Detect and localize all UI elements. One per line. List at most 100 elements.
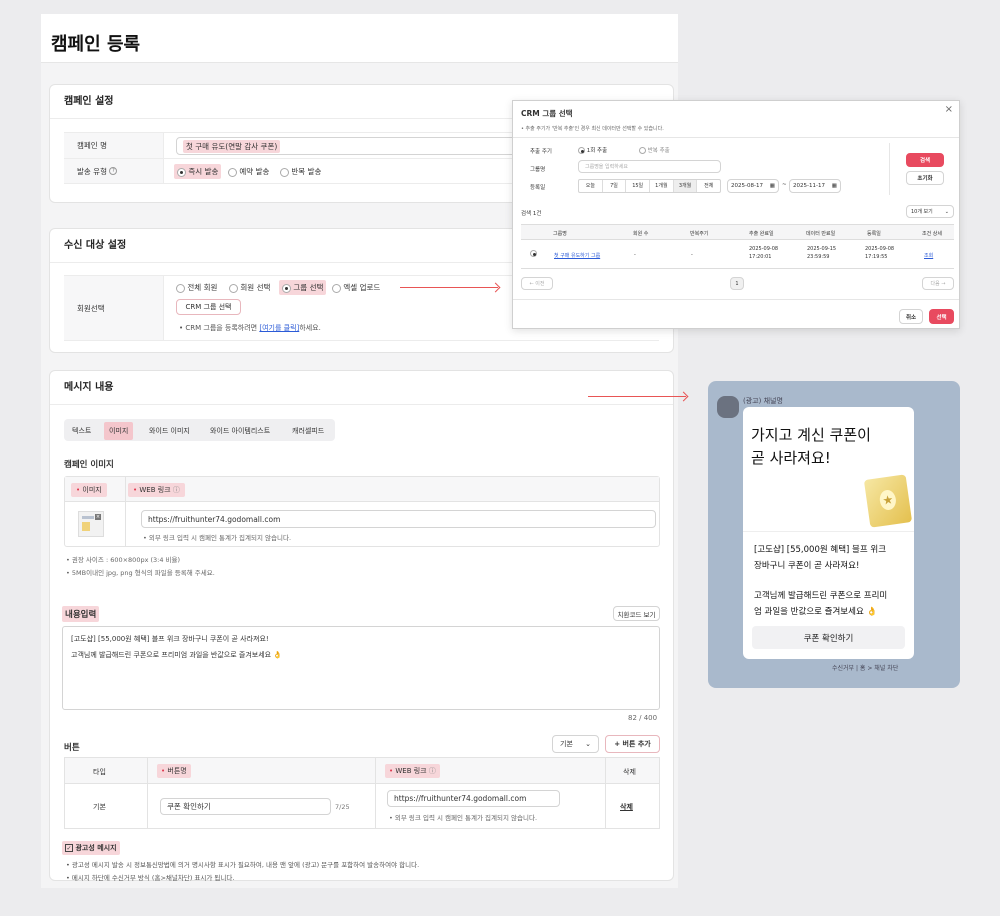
page-1-button[interactable]: 1 [730,277,744,290]
crm-register-link[interactable]: [여기를 클릭] [259,324,299,332]
button-type-select[interactable]: 기본 ⌄ [552,735,599,753]
radio-icon[interactable] [530,250,537,257]
member-option-excel[interactable]: 엑셀 업로드 [332,282,380,293]
image-thumbnail[interactable]: × [78,511,104,537]
result-count: 검색 1건 [521,211,542,217]
weblink-col-header: • WEB 링크 ⓘ [128,483,185,497]
date-separator: ~ [782,182,787,188]
content-input-label: 내용입력 [62,606,100,622]
radio-icon [282,283,291,293]
chevron-down-icon: ⌄ [585,740,591,748]
col-type: 타입 [93,768,106,776]
preview-coupon-button[interactable]: 쿠폰 확인하기 [752,626,905,649]
next-page-button[interactable]: 다음 → [922,277,954,290]
th-detail: 조건 상세 [922,231,942,237]
message-content-title: 메시지 내용 [50,371,673,405]
extract-once[interactable]: 1회 추출 [578,146,607,154]
date-btn-1m[interactable]: 1개월 [650,180,674,192]
group-name-label: 그룹명 [530,167,546,173]
preview-body-4: 엄 과일을 반값으로 즐겨보세요 👌 [754,607,878,617]
crm-group-button[interactable]: CRM 그룹 선택 [176,299,241,315]
button-name-input[interactable]: 쿠폰 확인하기 [160,798,331,815]
th-registered: 등록일 [867,231,881,237]
date-btn-7d[interactable]: 7일 [603,180,627,192]
modal-title: CRM 그룹 선택 [521,109,573,118]
member-option-group[interactable]: 그룹 선택 [279,280,327,295]
member-select-label: 회원선택 [64,276,164,340]
date-btn-all[interactable]: 전체 [697,180,720,192]
page-header: 캠페인 등록 [41,14,678,63]
ad-message-checkbox[interactable]: ✓ 광고성 메시지 [62,841,120,855]
channel-avatar [717,396,739,418]
member-option-select[interactable]: 회원 선택 [229,282,270,293]
send-type-scheduled[interactable]: 예약 발송 [228,166,269,177]
radio-icon [332,283,341,293]
button-weblink-input[interactable]: https://fruithunter74.godomall.com [387,790,560,807]
th-expires: 데이터 만료일 [806,231,836,237]
page-size-select[interactable]: 10개 보기 ⌄ [906,205,954,218]
row-detail-link[interactable]: 조회 [924,252,933,259]
content-line-1: [고도샵] [55,000원 혜택] 블프 위크 장바구니 쿠폰이 곧 사라져요… [71,635,269,643]
date-btn-3m[interactable]: 3개월 [673,180,698,192]
radio-icon [578,147,585,154]
date-btn-today[interactable]: 오늘 [579,180,603,192]
th-group-name: 그룹명 [553,231,567,237]
col-weblink: • WEB 링크 ⓘ [385,764,440,778]
th-extracted: 추출 완료일 [749,231,774,237]
send-type-immediate[interactable]: 즉시 발송 [174,164,222,179]
calendar-icon: ▦ [769,183,775,189]
close-icon[interactable]: × [95,514,101,520]
group-name-input[interactable]: 그룹명을 입력하세요 [578,160,721,173]
tab-text[interactable]: 텍스트 [72,426,91,436]
tab-wide-image[interactable]: 와이드 이미지 [149,426,190,436]
tab-image[interactable]: 이미지 [104,422,134,440]
tab-carousel-feed[interactable]: 캐러셀피드 [292,426,324,436]
preview-bubble: 가지고 계신 쿠폰이 곧 사라져요! ★ [고도샵] [55,000원 혜택] … [743,407,914,659]
radio-icon [177,167,186,177]
image-weblink-input[interactable]: https://fruithunter74.godomall.com [141,510,656,528]
preview-headline-1: 가지고 계신 쿠폰이 [751,426,871,444]
content-textarea[interactable]: [고도샵] [55,000원 혜택] 블프 위크 장바구니 쿠폰이 곧 사라져요… [62,626,660,710]
preview-headline-2: 곧 사라져요! [751,449,831,467]
date-to-input[interactable]: 2025-11-17 ▦ [789,179,841,193]
add-button-button[interactable]: + 버튼 추가 [605,735,660,753]
preview-channel-name: (광고) 채널명 [743,397,783,405]
table-row[interactable]: 첫 구매 유도하기 그룹 - - 2025-09-08 17:20:01 202… [521,240,954,269]
preview-body-3: 고객님께 발급해드린 쿠폰으로 프리미 [754,591,888,601]
help-icon: ? [109,167,118,175]
image-col-header: • 이미지 [71,483,107,497]
crm-note: • CRM 그룹을 등록하려면 [여기를 클릭]하세요. [179,324,321,332]
substitute-code-button[interactable]: 치환코드 보기 [613,606,660,621]
chevron-down-icon: ⌄ [944,208,949,215]
date-from-input[interactable]: 2025-08-17 ▦ [727,179,779,193]
page-title: 캠페인 등록 [51,34,141,55]
content-line-2: 고객님께 발급해드린 쿠폰으로 프리미엄 과일을 반값으로 즐겨보세요 👌 [71,651,283,659]
row-type: 기본 [93,803,106,811]
radio-icon [280,167,289,177]
button-table: 타입 • 버튼명 • WEB 링크 ⓘ 삭제 기본 쿠폰 확인하기 7/25 h… [64,757,660,829]
image-weblink-note: • 외부 링크 입력 시 캠페인 통계가 집계되지 않습니다. [143,534,292,542]
modal-search-button[interactable]: 검색 [906,153,944,167]
radio-icon [228,167,237,177]
modal-reset-button[interactable]: 초기화 [906,171,944,185]
row-group-name[interactable]: 첫 구매 유도하기 그룹 [554,252,600,259]
prev-page-button[interactable]: ← 이전 [521,277,553,290]
close-icon[interactable]: × [945,104,953,115]
message-type-tabs: 텍스트 이미지 와이드 이미지 와이드 아이템리스트 캐러셀피드 [64,419,335,441]
send-type-repeat[interactable]: 반복 발송 [280,166,321,177]
delete-button[interactable]: 삭제 [620,802,633,812]
col-button-name: • 버튼명 [157,764,191,778]
button-name-count: 7/25 [335,803,350,811]
modal-cancel-button[interactable]: 취소 [899,309,923,324]
campaign-image-title: 캠페인 이미지 [64,460,114,470]
member-option-all[interactable]: 전체 회원 [176,282,217,293]
th-member-count: 회원 수 [633,231,649,237]
campaign-name-label: 캠페인 명 [64,133,164,158]
th-cycle: 반복주기 [690,231,709,237]
extract-repeat[interactable]: 반복 추출 [639,146,670,154]
date-btn-15d[interactable]: 15일 [626,180,651,192]
image-note-format: • 5MB이내인 jpg, png 형식의 파일을 등록해 주세요. [66,569,215,577]
tab-wide-itemlist[interactable]: 와이드 아이템리스트 [210,426,270,436]
button-weblink-note: • 외부 링크 입력 시 캠페인 통계가 집계되지 않습니다. [389,814,538,822]
modal-select-button[interactable]: 선택 [929,309,954,324]
